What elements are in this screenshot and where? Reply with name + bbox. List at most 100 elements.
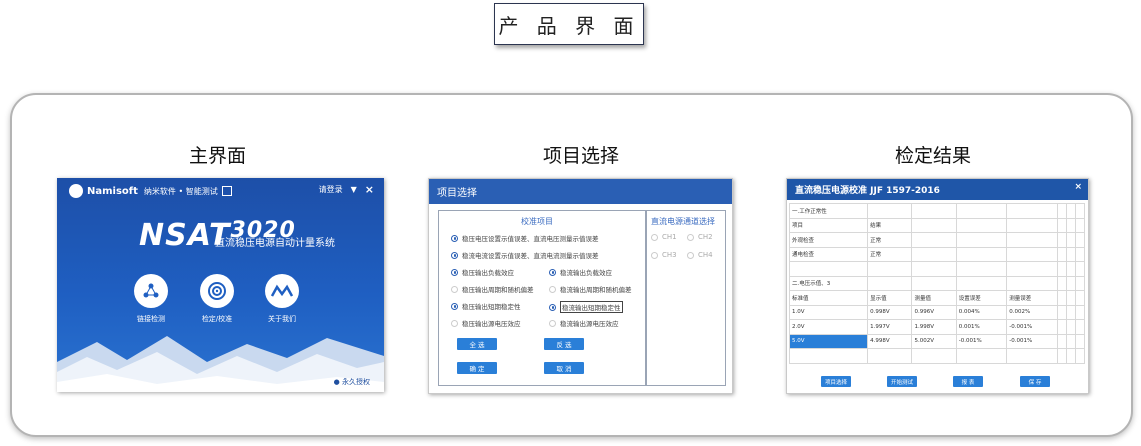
- table-cell: [1065, 275, 1076, 291]
- table-cell: 测量误差: [1006, 290, 1058, 306]
- channel-ch3[interactable]: CH3: [651, 251, 677, 259]
- channel-label: CH4: [698, 251, 713, 259]
- project-select-button[interactable]: 项目选择: [821, 376, 851, 387]
- table-cell: [1074, 333, 1086, 349]
- close-icon[interactable]: ×: [1074, 182, 1082, 192]
- table-cell: [1056, 246, 1067, 262]
- table-cell: 1.0V: [788, 304, 869, 320]
- save-button[interactable]: 保 存: [1020, 376, 1050, 387]
- select-all-button[interactable]: 全 选: [457, 338, 497, 350]
- table-cell: [1074, 261, 1086, 277]
- table-cell: [1074, 275, 1086, 291]
- table-cell: [1056, 290, 1067, 306]
- namisoft-logo-icon: [69, 184, 83, 198]
- channel-ch2[interactable]: CH2: [687, 233, 713, 241]
- radio-icon: [451, 319, 458, 327]
- table-cell: [1065, 232, 1076, 248]
- close-icon[interactable]: ×: [365, 183, 374, 196]
- table-cell: [1074, 348, 1086, 364]
- invert-selection-button[interactable]: 反 选: [544, 338, 584, 350]
- option-voltage-short-stability[interactable]: 稳压输出短期稳定性: [451, 301, 521, 311]
- table-cell: [788, 261, 869, 277]
- table-cell: 正常: [867, 246, 913, 262]
- table-cell: [955, 275, 1008, 291]
- target-icon[interactable]: [200, 274, 234, 308]
- option-current-ripple[interactable]: 稳流输出周期和随机偏差: [549, 284, 632, 294]
- channel-label: CH2: [698, 233, 713, 241]
- radio-icon: [451, 302, 458, 310]
- table-row: 2.0V 1.997V 1.998V 0.001% -0.001%: [788, 319, 1086, 335]
- result-table: 一.工作正常性 项目 结果 外观检查 正常 通电检查 正常 二.电压示值、3 标准值 显示值 测量值…: [788, 203, 1086, 364]
- page-title: 产 品 界 面: [494, 3, 644, 45]
- license-label: 永久授权: [342, 378, 370, 386]
- menu-icon[interactable]: ▼: [351, 185, 357, 194]
- network-icon[interactable]: [134, 274, 168, 308]
- table-cell: 外观检查: [788, 232, 869, 248]
- result-header: 直流稳压电源校准 JJF 1597-2016 ×: [787, 179, 1088, 200]
- table-cell: [1074, 217, 1086, 233]
- table-row: 标准值 显示值 测量值 设置误差 测量误差: [788, 290, 1086, 306]
- calibration-items-title: 校准项目: [521, 217, 553, 226]
- report-button[interactable]: 报 表: [953, 376, 983, 387]
- option-label: 稳压电压设置示值误差、直流电压测量示值误差: [462, 235, 599, 243]
- table-row: 外观检查 正常: [788, 232, 1086, 248]
- option-label: 稳压输出短期稳定性: [462, 303, 521, 311]
- channel-ch1[interactable]: CH1: [651, 233, 677, 241]
- qr-code-icon[interactable]: [221, 186, 232, 196]
- table-cell: 2.0V: [788, 319, 869, 335]
- option-voltage-ripple[interactable]: 稳压输出周期和随机偏差: [451, 284, 534, 294]
- option-current-setting-error[interactable]: 稳流电流设置示值误差、直流电流测量示值误差: [451, 250, 599, 260]
- table-cell: 0.004%: [955, 304, 1008, 320]
- table-cell: [911, 275, 957, 291]
- table-cell: [955, 232, 1008, 248]
- table-cell: [1056, 203, 1067, 219]
- radio-icon: [451, 251, 458, 259]
- radio-icon: [651, 251, 658, 259]
- table-cell: [1065, 304, 1076, 320]
- table-cell: [1065, 319, 1076, 335]
- table-cell: -0.001%: [1006, 319, 1058, 335]
- table-cell: [1006, 348, 1058, 364]
- option-label: 稳压输出负载效应: [462, 269, 514, 277]
- option-voltage-source-effect[interactable]: 稳压输出源电压效应: [451, 318, 521, 328]
- channel-ch4[interactable]: CH4: [687, 251, 713, 259]
- table-cell: [1006, 203, 1058, 219]
- radio-icon: [549, 285, 556, 293]
- table-cell: 5.0V: [788, 333, 869, 349]
- option-current-short-stability[interactable]: 稳流输出短期稳定性: [549, 301, 623, 313]
- table-cell: [955, 217, 1008, 233]
- logo-icon[interactable]: [265, 274, 299, 308]
- table-cell: 设置误差: [955, 290, 1008, 306]
- option-current-load-effect[interactable]: 稳流输出负载效应: [549, 267, 612, 277]
- table-cell: [1074, 319, 1086, 335]
- radio-icon: [549, 303, 556, 311]
- option-label: 稳流输出短期稳定性: [560, 301, 623, 313]
- option-label: 稳压输出周期和随机偏差: [462, 286, 534, 294]
- table-cell: 0.001%: [955, 319, 1008, 335]
- license-status: ● 永久授权: [333, 378, 370, 386]
- table-cell: 通电检查: [788, 246, 869, 262]
- project-dialog-header: 项目选择: [429, 179, 732, 204]
- table-cell: 1.998V: [911, 319, 957, 335]
- window-controls: 请登录 ▼ ×: [319, 183, 374, 196]
- brand-name: Namisoft: [87, 185, 138, 197]
- table-cell: 正常: [867, 232, 913, 248]
- table-cell: -0.001%: [955, 333, 1008, 349]
- start-test-button[interactable]: 开始测试: [887, 376, 917, 387]
- option-label: 稳压输出源电压效应: [462, 320, 521, 328]
- radio-icon: [687, 251, 694, 259]
- login-link[interactable]: 请登录: [319, 184, 343, 195]
- table-cell: [1056, 275, 1067, 291]
- table-cell: [1065, 203, 1076, 219]
- confirm-button[interactable]: 确 定: [457, 362, 497, 374]
- table-cell: [1006, 232, 1058, 248]
- option-voltage-setting-error[interactable]: 稳压电压设置示值误差、直流电压测量示值误差: [451, 233, 599, 243]
- option-label: 稳流输出负载效应: [560, 269, 612, 277]
- table-cell: [1056, 261, 1067, 277]
- cancel-button[interactable]: 取 消: [544, 362, 584, 374]
- section-title-project: 项目选择: [543, 145, 620, 167]
- table-cell: 项目: [788, 217, 869, 233]
- radio-icon: [451, 268, 458, 276]
- option-voltage-load-effect[interactable]: 稳压输出负载效应: [451, 267, 514, 277]
- option-current-source-effect[interactable]: 稳流输出源电压效应: [549, 318, 619, 328]
